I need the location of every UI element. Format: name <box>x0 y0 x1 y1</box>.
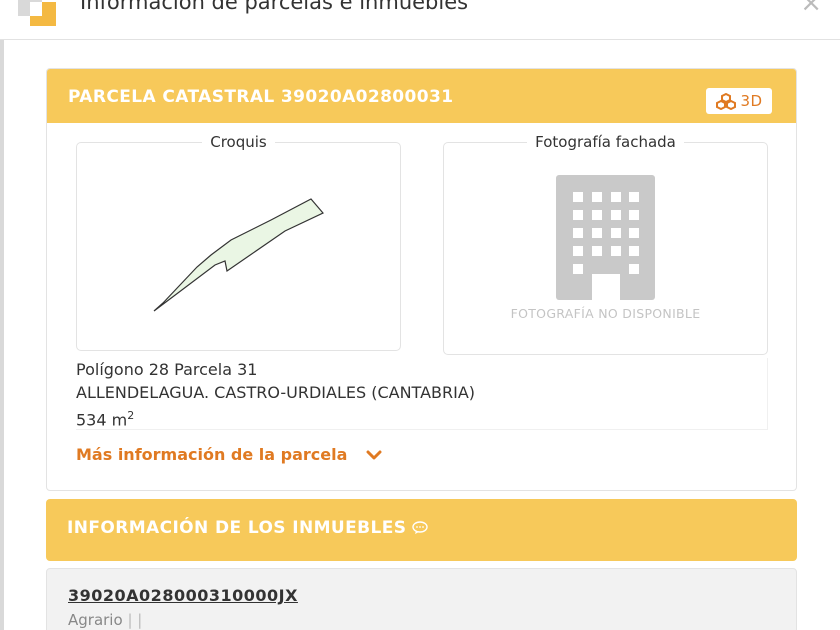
view-3d-button[interactable]: 3D <box>706 88 772 114</box>
parcel-info: Polígono 28 Parcela 31 ALLENDELAGUA. CAS… <box>76 358 768 430</box>
foto-label: Fotografía fachada <box>527 133 684 151</box>
more-info-label: Más información de la parcela <box>76 445 348 464</box>
foto-fachada-panel: Fotografía fachada FOTOGRAFÍA NO DISPONI… <box>443 133 768 355</box>
inmueble-uso: Agrario | | <box>68 611 142 629</box>
poligono-line: Polígono 28 Parcela 31 <box>76 360 258 379</box>
cubes-icon <box>715 92 736 110</box>
parcel-sketch <box>153 198 324 312</box>
inmueble-uso-label: Agrario <box>68 611 123 629</box>
parcel-header: PARCELA CATASTRAL 39020A02800031 3D <box>47 69 796 123</box>
parcel-card: PARCELA CATASTRAL 39020A02800031 3D Croq… <box>46 68 797 491</box>
separator: | <box>137 611 143 629</box>
more-info-link[interactable]: Más información de la parcela <box>76 445 383 464</box>
close-icon[interactable]: × <box>800 0 822 18</box>
inmuebles-header: INFORMACIÓN DE LOS INMUEBLES <box>46 499 797 561</box>
window-edge <box>0 40 4 630</box>
view-3d-label: 3D <box>740 92 763 110</box>
no-photo-text: FOTOGRAFÍA NO DISPONIBLE <box>510 306 701 321</box>
layers-icon <box>18 0 56 26</box>
separator: | <box>127 611 133 629</box>
area-value: 534 m <box>76 410 128 430</box>
area-unit-sup: 2 <box>127 409 135 422</box>
inmueble-ref-link[interactable]: 39020A028000310000JX <box>68 586 298 605</box>
croquis-panel[interactable]: Croquis <box>76 133 401 351</box>
chat-bubble-icon[interactable] <box>412 521 429 535</box>
inmueble-item: 39020A028000310000JX Agrario | | <box>46 568 797 630</box>
parcel-title: PARCELA CATASTRAL 39020A02800031 <box>68 87 454 107</box>
area-line: 534 m2 <box>76 404 767 431</box>
chevron-down-icon <box>366 450 382 459</box>
modal-title: Información de parcelas e inmuebles <box>80 0 469 14</box>
inmuebles-title: INFORMACIÓN DE LOS INMUEBLES <box>67 518 407 538</box>
modal-header: Información de parcelas e inmuebles × <box>0 0 840 40</box>
location-line: ALLENDELAGUA. CASTRO-URDIALES (CANTABRIA… <box>76 383 476 402</box>
building-icon <box>556 175 655 300</box>
inmuebles-card: INFORMACIÓN DE LOS INMUEBLES <box>46 499 797 561</box>
